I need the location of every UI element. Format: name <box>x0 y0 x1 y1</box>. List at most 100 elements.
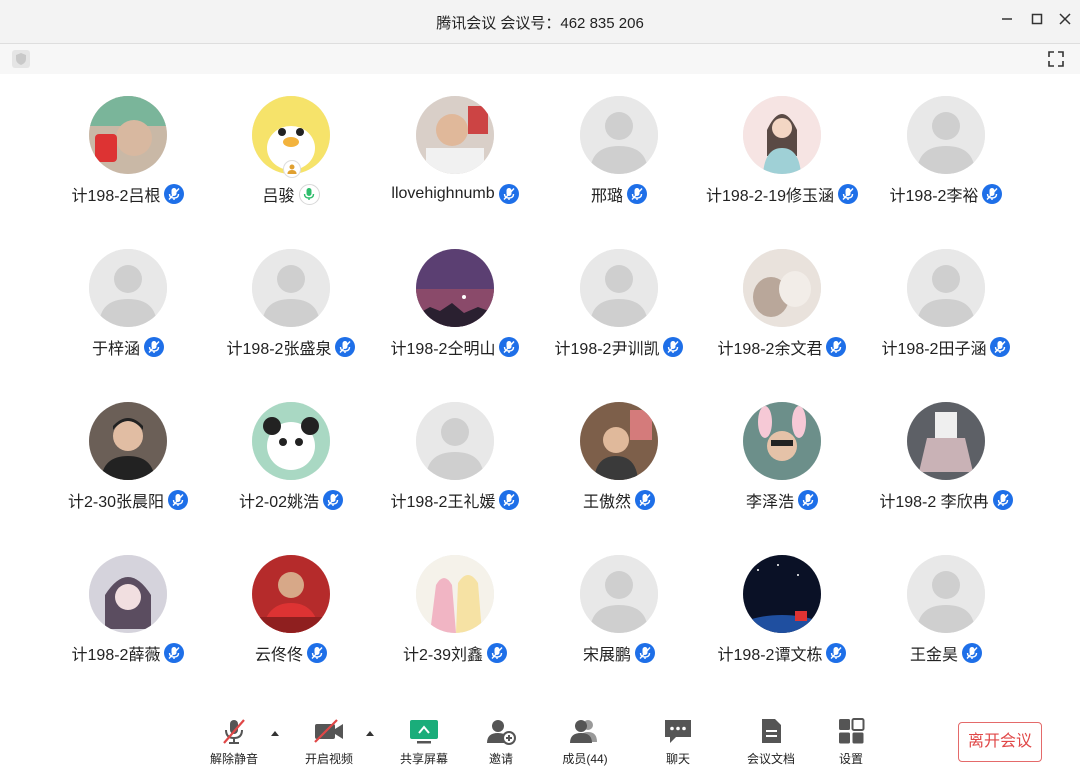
participant-tile[interactable]: 计198-2 李欣冉 <box>864 380 1028 520</box>
mic-muted-icon <box>635 490 655 510</box>
mic-muted-icon <box>826 337 847 357</box>
participant-tile[interactable]: 李泽浩 <box>700 380 864 520</box>
participant-tile[interactable]: 计2-39刘鑫 <box>373 533 537 673</box>
participant-tile[interactable]: 计198-2吕根 <box>46 74 210 214</box>
participant-name: 吕骏 <box>262 188 295 205</box>
participant-tile[interactable]: 吕骏 <box>209 74 373 214</box>
participant-name: 计198-2田子涵 <box>881 341 987 358</box>
participant-tile[interactable]: 计198-2-19修玉涵 <box>700 74 864 214</box>
avatar <box>252 402 330 480</box>
mic-muted-icon <box>992 490 1013 510</box>
participant-tile[interactable]: 计2-30张晨阳 <box>46 380 210 520</box>
avatar <box>416 555 494 633</box>
participant-name: 计2-39刘鑫 <box>402 647 484 664</box>
participant-tile[interactable]: 计198-2仝明山 <box>373 227 537 367</box>
shield-icon[interactable] <box>12 50 30 68</box>
participant-name-row: 王傲然 <box>537 488 701 512</box>
caret-up-icon[interactable] <box>270 726 280 736</box>
start-video-button[interactable]: 开启视频 <box>294 716 364 776</box>
participant-tile[interactable]: llovehighnumb <box>373 74 537 214</box>
invite-button[interactable]: 邀请 <box>466 716 536 776</box>
participant-name: 计198-2尹训凯 <box>554 341 660 358</box>
participant-name-row: 计198-2田子涵 <box>864 335 1028 359</box>
mic-muted-icon <box>168 490 189 510</box>
title-bar: 腾讯会议 会议号：462 835 206 <box>0 0 1080 44</box>
participant-name: 计198-2王礼媛 <box>390 494 496 511</box>
mic-muted-icon <box>223 719 245 744</box>
participant-name-row: 计198-2李裕 <box>864 182 1028 206</box>
avatar <box>416 402 494 480</box>
chat-button[interactable]: 聊天 <box>643 716 713 776</box>
avatar <box>907 555 985 633</box>
mic-speaking-icon <box>298 183 320 205</box>
caret-up-icon[interactable] <box>365 726 375 736</box>
participant-name: 李泽浩 <box>745 494 794 511</box>
meeting-docs-label: 会议文档 <box>746 752 795 766</box>
participant-tile[interactable]: 邢璐 <box>537 74 701 214</box>
fullscreen-icon[interactable] <box>1046 49 1066 69</box>
avatar <box>907 249 985 327</box>
participant-name: 计198-2吕根 <box>71 188 161 205</box>
host-badge-icon <box>283 160 301 178</box>
mic-muted-icon <box>990 337 1011 357</box>
avatar <box>743 555 821 633</box>
settings-button[interactable]: 设置 <box>816 716 886 776</box>
avatar <box>580 555 658 633</box>
participant-name-row: 云佟佟 <box>209 641 373 665</box>
mic-muted-icon <box>499 490 520 510</box>
members-button[interactable]: 成员(44) <box>550 716 620 776</box>
participant-tile[interactable]: 云佟佟 <box>209 533 373 673</box>
participant-tile[interactable]: 计198-2薛薇 <box>46 533 210 673</box>
avatar <box>89 555 167 633</box>
participant-name-row: 王金昊 <box>864 641 1028 665</box>
participant-tile[interactable]: 计2-02姚浩 <box>209 380 373 520</box>
participant-tile[interactable]: 计198-2谭文栋 <box>700 533 864 673</box>
participant-tile[interactable]: 计198-2王礼媛 <box>373 380 537 520</box>
participant-name-row: 计198-2 李欣冉 <box>864 488 1028 512</box>
participant-name: 计2-30张晨阳 <box>67 494 165 511</box>
avatar <box>743 402 821 480</box>
participant-tile[interactable]: 计198-2张盛泉 <box>209 227 373 367</box>
mic-muted-icon <box>982 184 1003 204</box>
unmute-label: 解除静音 <box>209 752 258 766</box>
unmute-button[interactable]: 解除静音 <box>199 716 269 776</box>
avatar <box>580 249 658 327</box>
share-screen-button[interactable]: 共享屏幕 <box>389 716 459 776</box>
participant-name-row: 计198-2王礼媛 <box>373 488 537 512</box>
participant-tile[interactable]: 计198-2李裕 <box>864 74 1028 214</box>
participant-tile[interactable]: 计198-2尹训凯 <box>537 227 701 367</box>
chat-icon <box>665 720 691 743</box>
participant-name: 计198-2仝明山 <box>390 341 496 358</box>
avatar <box>743 96 821 174</box>
minimize-icon[interactable] <box>995 10 1019 34</box>
maximize-icon[interactable] <box>1025 10 1049 34</box>
participant-tile[interactable]: 宋展鹏 <box>537 533 701 673</box>
invite-label: 邀请 <box>488 752 513 766</box>
close-icon[interactable] <box>1053 10 1077 34</box>
mic-muted-icon <box>798 490 818 510</box>
participant-tile[interactable]: 于梓涵 <box>46 227 210 367</box>
participant-name-row: 计198-2谭文栋 <box>700 641 864 665</box>
participant-name-row: 计198-2薛薇 <box>46 641 210 665</box>
participant-name-row: 计198-2余文君 <box>700 335 864 359</box>
members-label: 成员(44) <box>562 752 608 766</box>
participant-tile[interactable]: 王傲然 <box>537 380 701 520</box>
avatar <box>580 402 658 480</box>
leave-meeting-button[interactable]: 离开会议 <box>958 722 1042 762</box>
participant-tile[interactable]: 计198-2田子涵 <box>864 227 1028 367</box>
participant-tile[interactable]: 计198-2余文君 <box>700 227 864 367</box>
meeting-docs-button[interactable]: 会议文档 <box>736 716 806 776</box>
participant-name-row: 计198-2-19修玉涵 <box>700 182 864 206</box>
mic-muted-icon <box>826 643 847 663</box>
participant-name-row: 宋展鹏 <box>537 641 701 665</box>
mic-muted-icon <box>498 184 519 204</box>
mic-muted-icon <box>663 337 684 357</box>
participant-name: 于梓涵 <box>91 341 140 358</box>
start-video-label: 开启视频 <box>304 752 353 766</box>
participant-name: 计198-2-19修玉涵 <box>705 188 835 205</box>
participant-name-row: 计198-2张盛泉 <box>209 335 373 359</box>
participant-name: 宋展鹏 <box>582 647 631 664</box>
share-screen-label: 共享屏幕 <box>399 752 448 766</box>
avatar <box>89 402 167 480</box>
participant-tile[interactable]: 王金昊 <box>864 533 1028 673</box>
